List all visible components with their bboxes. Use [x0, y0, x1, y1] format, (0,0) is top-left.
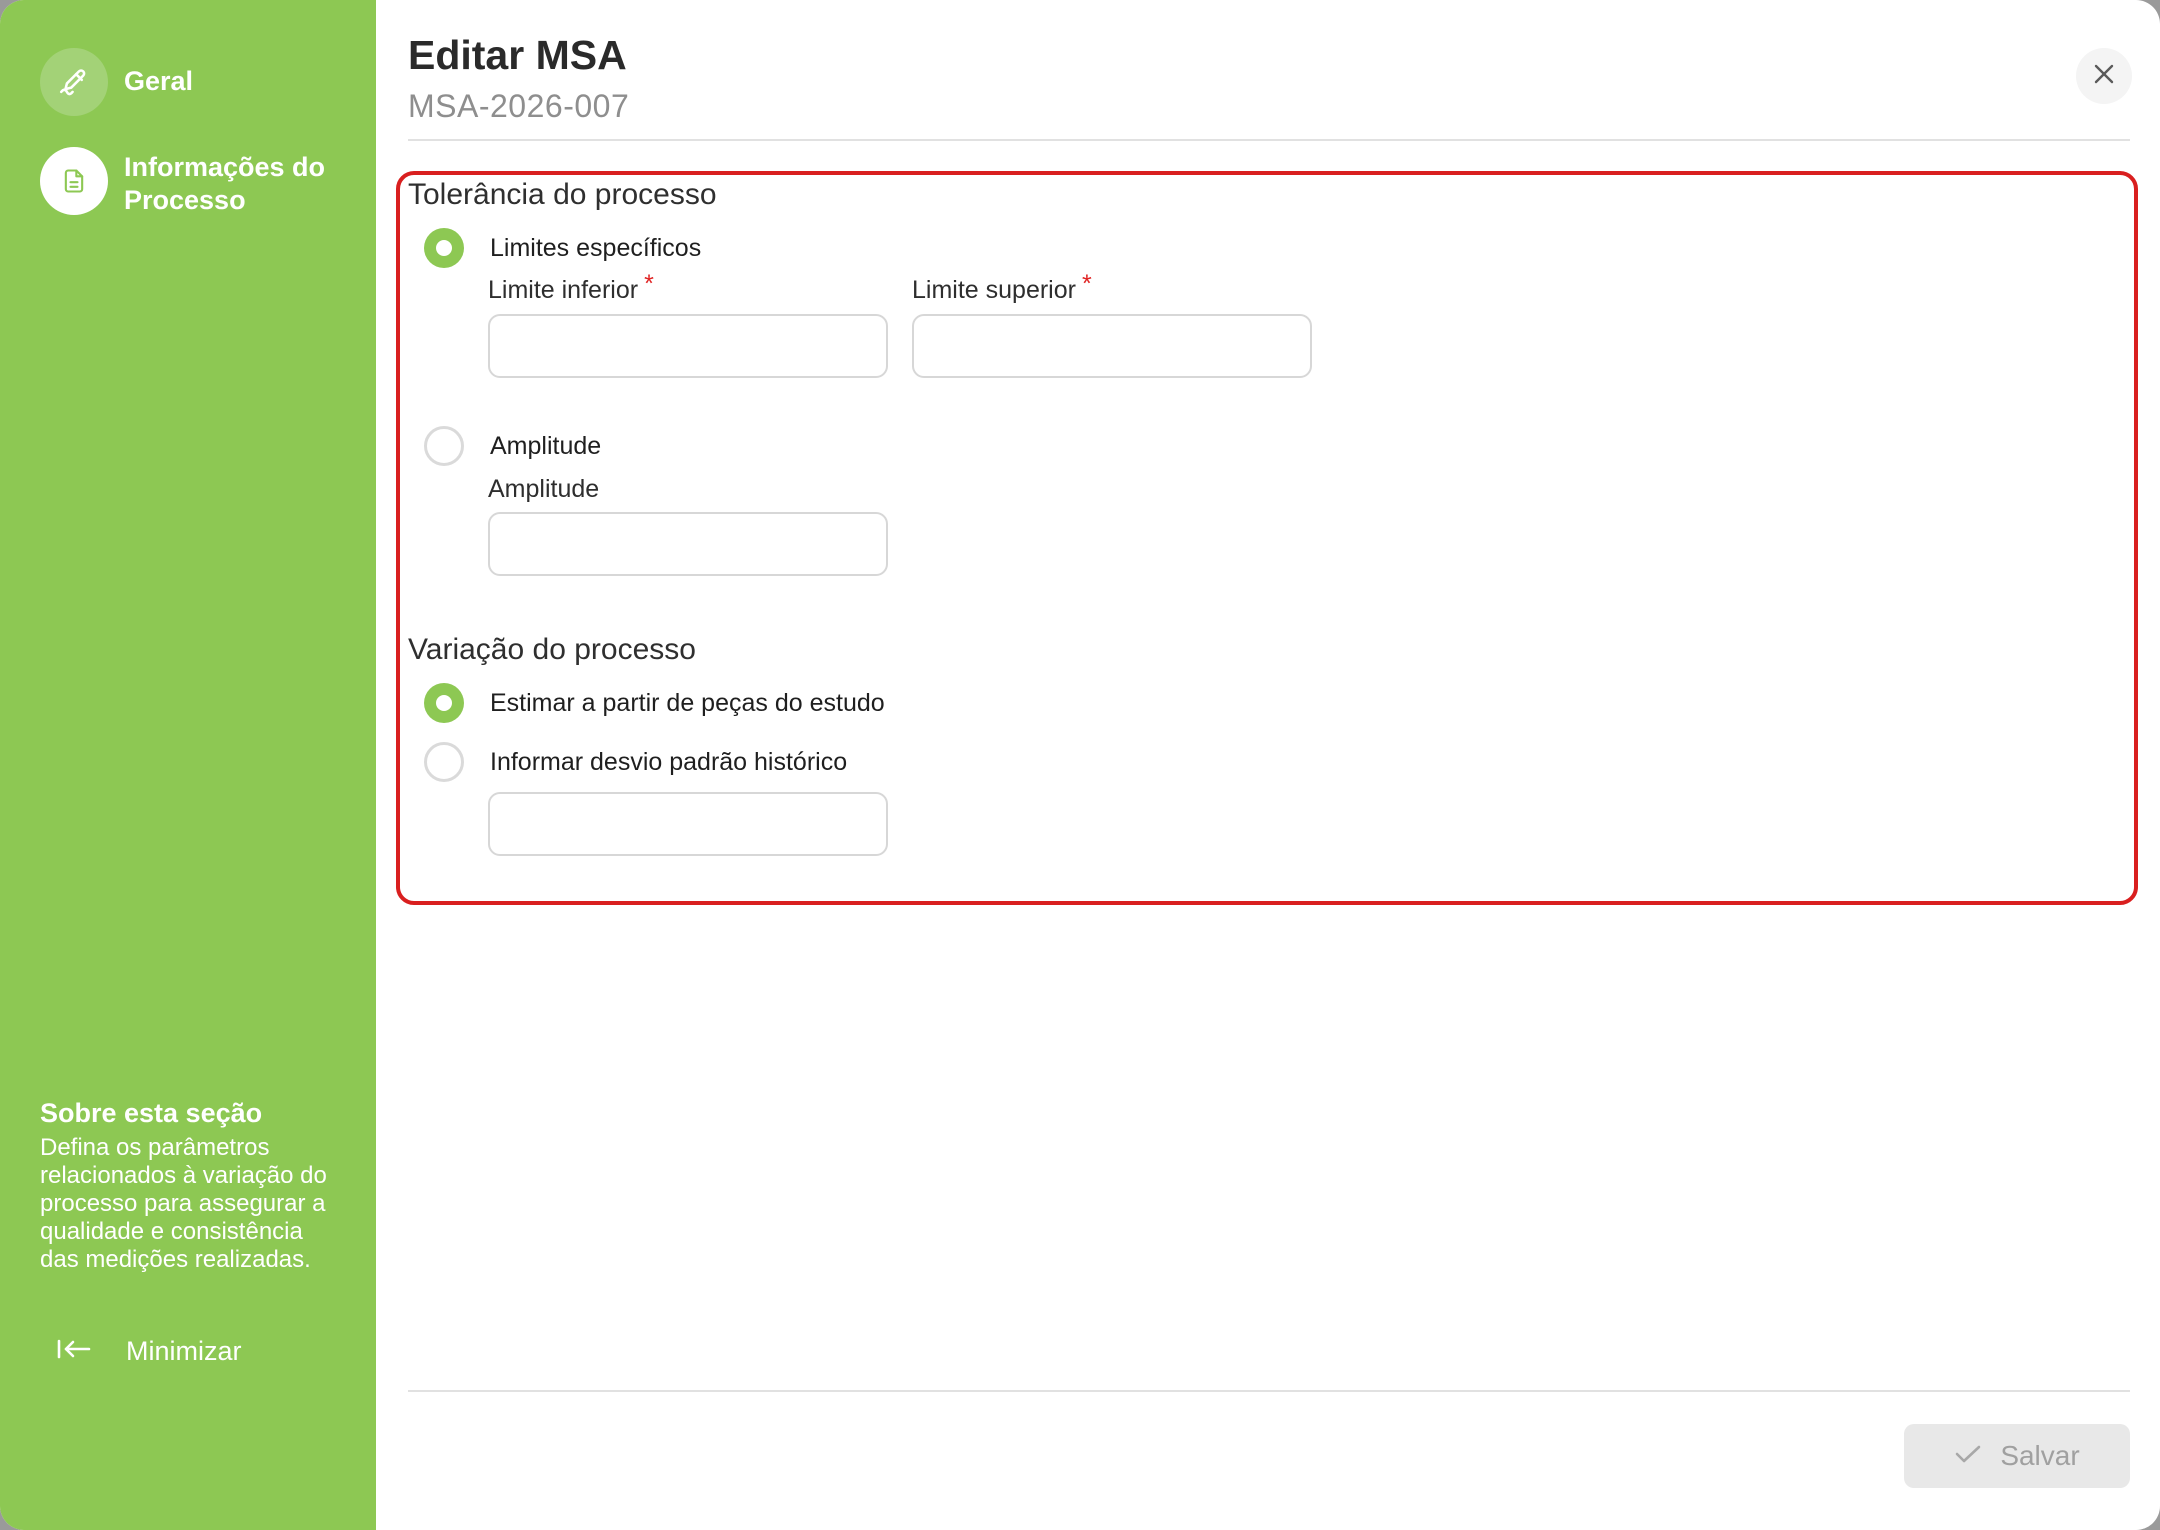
radio-label: Amplitude	[490, 431, 602, 460]
radio-selected-icon	[424, 683, 464, 723]
edit-msa-dialog: Geral Informações do Processo Sobre esta…	[0, 0, 2160, 1530]
amplitude-input[interactable]	[488, 512, 888, 576]
document-icon	[40, 147, 108, 215]
sidebar-item-label: Informações do Processo	[124, 152, 326, 215]
check-icon	[1954, 1440, 1982, 1472]
page-title: Editar MSA	[408, 32, 627, 78]
close-icon	[2092, 62, 2116, 91]
sidebar-item-informacoes-do-processo[interactable]: Informações do Processo	[40, 147, 364, 217]
radio-label: Estimar a partir de peças do estudo	[490, 688, 885, 717]
amplitude-label: Amplitude	[488, 475, 600, 503]
minimize-button[interactable]: Minimizar	[56, 1336, 242, 1367]
pencil-check-icon	[40, 48, 108, 116]
radio-unselected-icon	[424, 742, 464, 782]
upper-limit-label: Limite superior *	[912, 270, 1092, 304]
sidebar-item-geral[interactable]: Geral	[40, 48, 364, 116]
about-section-text: Defina os parâmetros relacionados à vari…	[40, 1134, 327, 1273]
radio-amplitude-option[interactable]: Amplitude	[424, 426, 601, 466]
footer-divider	[408, 1390, 2130, 1392]
page-subtitle: MSA-2026-007	[408, 88, 630, 124]
required-marker: *	[644, 270, 654, 298]
sidebar: Geral Informações do Processo Sobre esta…	[0, 0, 376, 1530]
variation-section-title: Variação do processo	[408, 633, 696, 666]
about-section: Sobre esta seção Defina os parâmetros re…	[40, 1096, 330, 1274]
sidebar-item-label: Geral	[124, 66, 194, 96]
radio-historical-option[interactable]: Informar desvio padrão histórico	[424, 742, 847, 782]
tolerance-section-title: Tolerância do processo	[408, 178, 717, 211]
required-marker: *	[1081, 270, 1092, 298]
radio-estimate-option[interactable]: Estimar a partir de peças do estudo	[424, 683, 885, 723]
radio-selected-icon	[424, 228, 464, 268]
collapse-left-icon	[56, 1337, 92, 1366]
upper-limit-input[interactable]	[912, 314, 1312, 378]
historical-std-dev-input[interactable]	[488, 792, 888, 856]
radio-label: Informar desvio padrão histórico	[490, 747, 848, 776]
about-section-title: Sobre esta seção	[40, 1098, 263, 1128]
minimize-label: Minimizar	[126, 1336, 242, 1366]
close-button[interactable]	[2076, 48, 2132, 104]
lower-limit-input[interactable]	[488, 314, 888, 378]
radio-limits-option[interactable]: Limites específicos	[424, 228, 701, 268]
radio-unselected-icon	[424, 426, 464, 466]
main-content: Editar MSA MSA-2026-007 Tolerância do pr…	[376, 0, 2160, 1530]
save-label: Salvar	[2000, 1440, 2080, 1471]
header-divider	[408, 139, 2130, 141]
save-button[interactable]: Salvar	[1904, 1424, 2130, 1488]
lower-limit-label: Limite inferior *	[488, 270, 654, 304]
radio-label: Limites específicos	[490, 233, 702, 262]
